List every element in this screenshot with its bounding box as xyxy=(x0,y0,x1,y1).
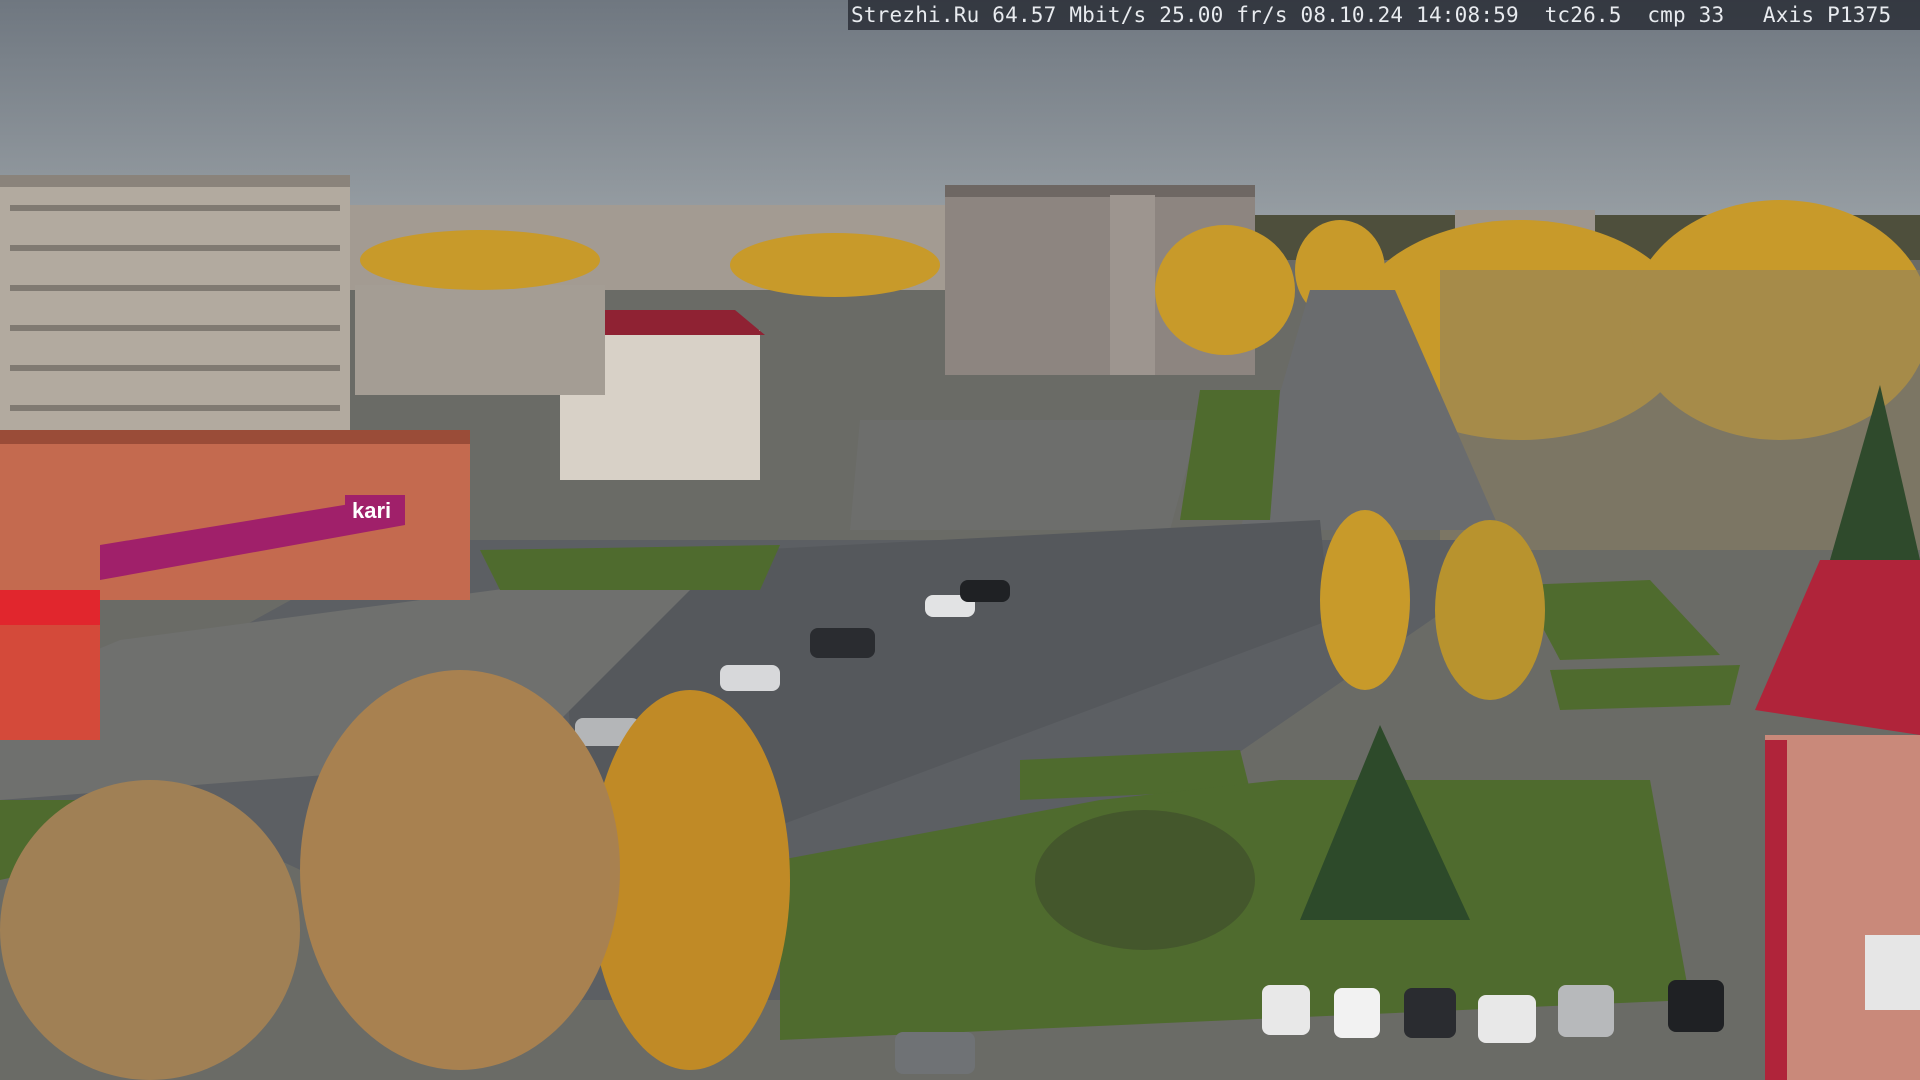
webcam-view: kari Strezhi.Ru 64.57 Mbit/s 25.00 fr/s … xyxy=(0,0,1920,1080)
osd-tc: tc26.5 xyxy=(1544,3,1622,27)
building-grey xyxy=(355,285,605,395)
camera-overlay-bar: Strezhi.Ru 64.57 Mbit/s 25.00 fr/s 08.10… xyxy=(848,0,1920,30)
town-square xyxy=(850,420,1200,530)
osd-cmp: cmp 33 xyxy=(1647,3,1725,27)
osd-camera-model: Axis P1375 xyxy=(1762,3,1892,27)
osd-time: 14:08:59 xyxy=(1416,3,1519,27)
kari-logo: kari xyxy=(352,498,391,523)
osd-date: 08.10.24 xyxy=(1300,3,1404,27)
osd-bitrate: 64.57 Mbit/s xyxy=(992,3,1147,27)
street-scene: kari xyxy=(0,0,1920,1080)
osd-framerate: 25.00 fr/s xyxy=(1159,3,1288,27)
osd-site: Strezhi.Ru xyxy=(851,3,980,27)
